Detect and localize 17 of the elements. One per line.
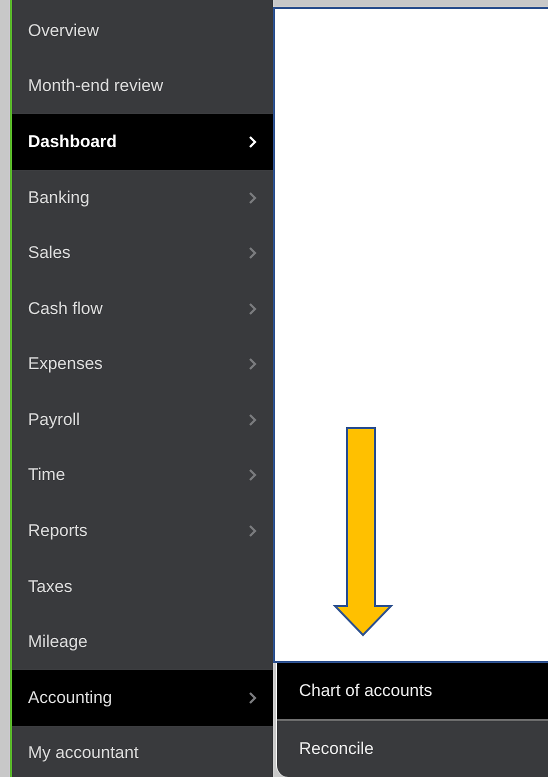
sidebar-item[interactable]: Reports <box>12 503 273 559</box>
sidebar-item[interactable]: Sales <box>12 225 273 281</box>
down-arrow-icon <box>332 427 394 637</box>
sidebar-item[interactable]: Month-end review <box>12 58 273 114</box>
sidebar-item[interactable]: Cash flow <box>12 280 273 336</box>
sidebar-item[interactable]: Accounting <box>12 670 273 726</box>
sidebar-item[interactable]: Mileage <box>12 614 273 670</box>
sidebar-item[interactable]: Taxes <box>12 558 273 614</box>
sidebar-item[interactable]: Banking <box>12 170 273 226</box>
sidebar-item[interactable]: Expenses <box>12 336 273 392</box>
sidebar-item[interactable]: Dashboard <box>12 114 273 170</box>
sidebar-item[interactable]: My accountant <box>12 726 273 777</box>
sidebar-item[interactable]: Time <box>12 448 273 504</box>
sidebar-item[interactable]: Payroll <box>12 392 273 448</box>
sidebar-item[interactable]: Overview <box>12 3 273 59</box>
submenu-item[interactable]: Reconcile <box>277 721 548 777</box>
submenu-item[interactable]: Chart of accounts <box>277 663 548 721</box>
